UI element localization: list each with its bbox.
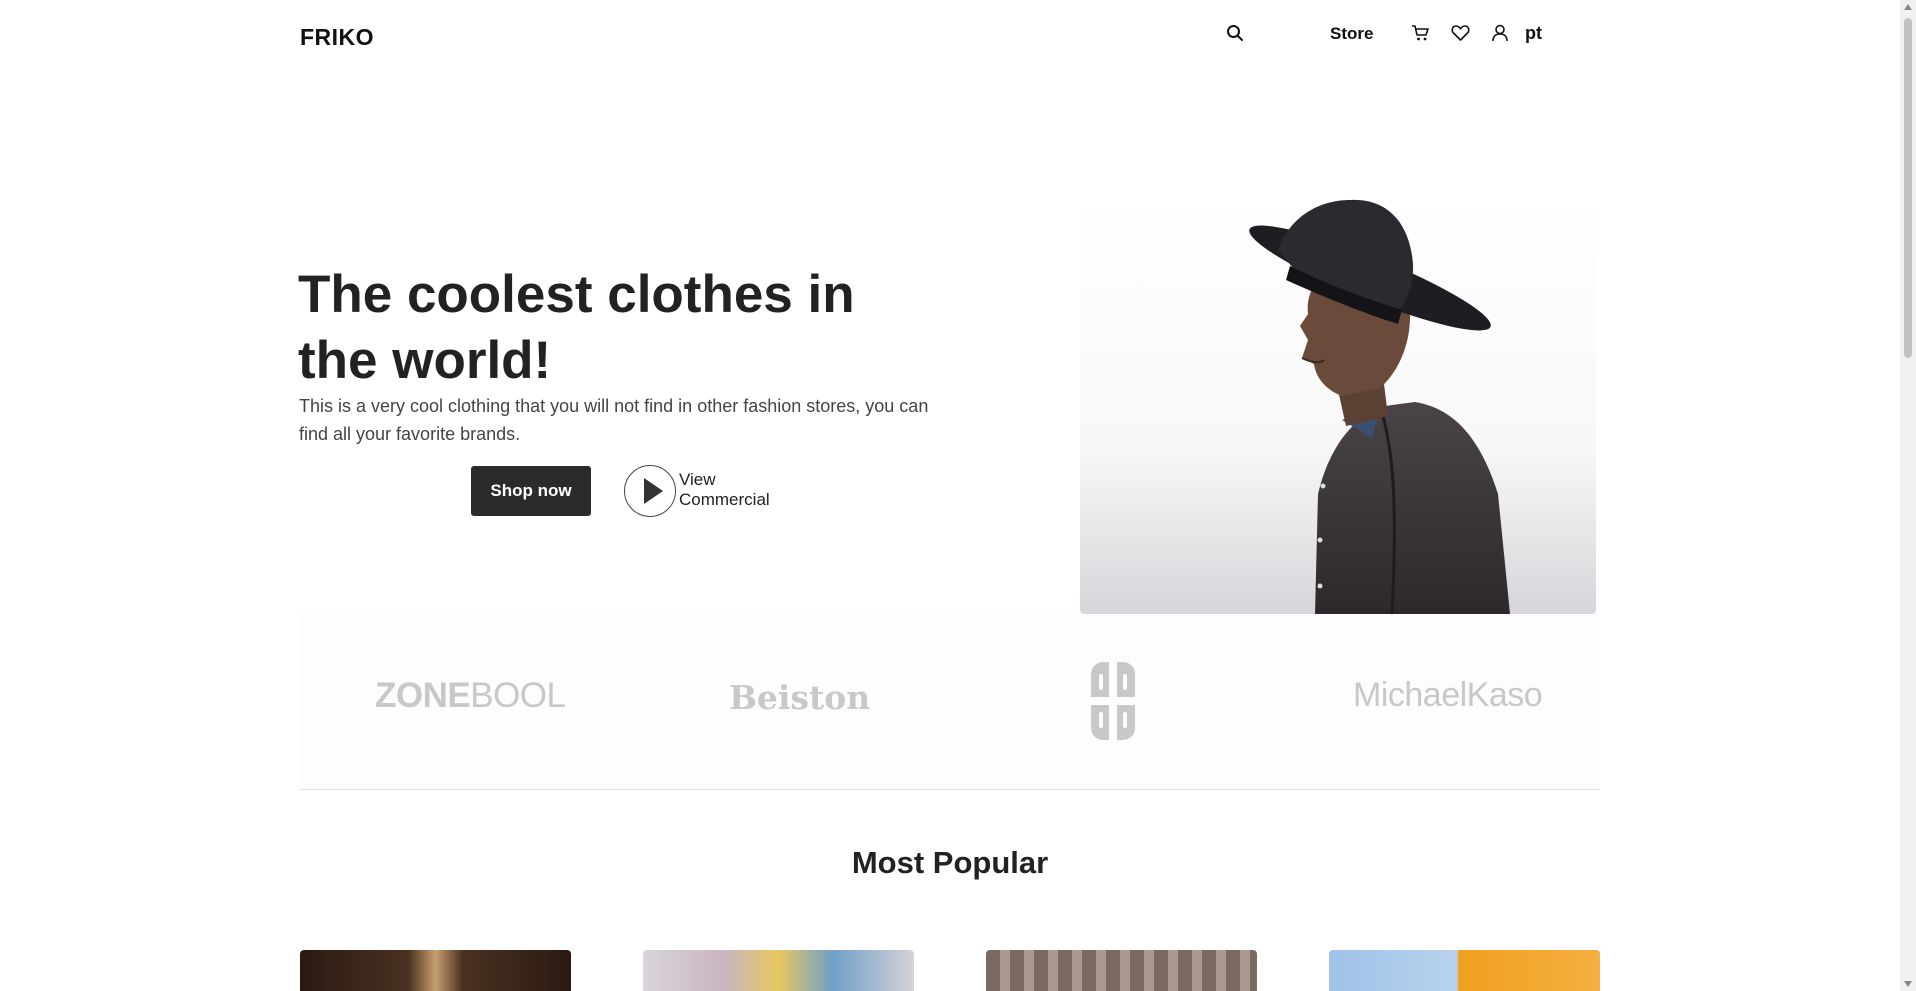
brand-monogram-logo (1087, 660, 1139, 751)
scrollbar-thumb[interactable] (1904, 18, 1912, 358)
brand-beiston-logo: Beiston (729, 678, 871, 717)
product-card-image[interactable] (300, 950, 571, 991)
language-switch[interactable]: pt (1525, 23, 1542, 44)
scroll-down-icon[interactable] (1904, 981, 1912, 987)
page-scrollbar[interactable] (1900, 0, 1916, 991)
play-icon[interactable] (624, 465, 676, 517)
hero-image (1080, 194, 1596, 614)
shop-now-button[interactable]: Shop now (471, 466, 591, 516)
user-icon[interactable] (1489, 22, 1511, 44)
hero-subtitle: This is a very cool clothing that you wi… (299, 396, 929, 444)
brand-strip: ZONEBOOL Beiston MichaelKaso (300, 614, 1600, 790)
search-icon[interactable] (1224, 22, 1246, 44)
hero-title: The coolest clothes in the world! (298, 265, 855, 390)
cart-icon[interactable] (1409, 22, 1431, 44)
heart-icon[interactable] (1449, 22, 1471, 44)
product-card-image[interactable] (1329, 950, 1600, 991)
view-commercial-link[interactable]: View Commercial (679, 470, 770, 510)
brand-michaelkaso-logo: MichaelKaso (1353, 676, 1543, 714)
nav-store-link[interactable]: Store (1330, 24, 1373, 44)
view-commercial-line1: View (679, 470, 716, 489)
view-commercial-line2: Commercial (679, 490, 770, 509)
most-popular-heading: Most Popular (851, 845, 1049, 880)
brand-zonebool-logo: ZONEBOOL (375, 676, 566, 715)
scroll-up-icon[interactable] (1904, 4, 1912, 10)
site-logo[interactable]: FRIKO (300, 24, 374, 51)
product-card-image[interactable] (986, 950, 1257, 991)
product-card-image[interactable] (643, 950, 914, 991)
page: FRIKO Store pt The coolest clothes in th… (0, 0, 1900, 991)
